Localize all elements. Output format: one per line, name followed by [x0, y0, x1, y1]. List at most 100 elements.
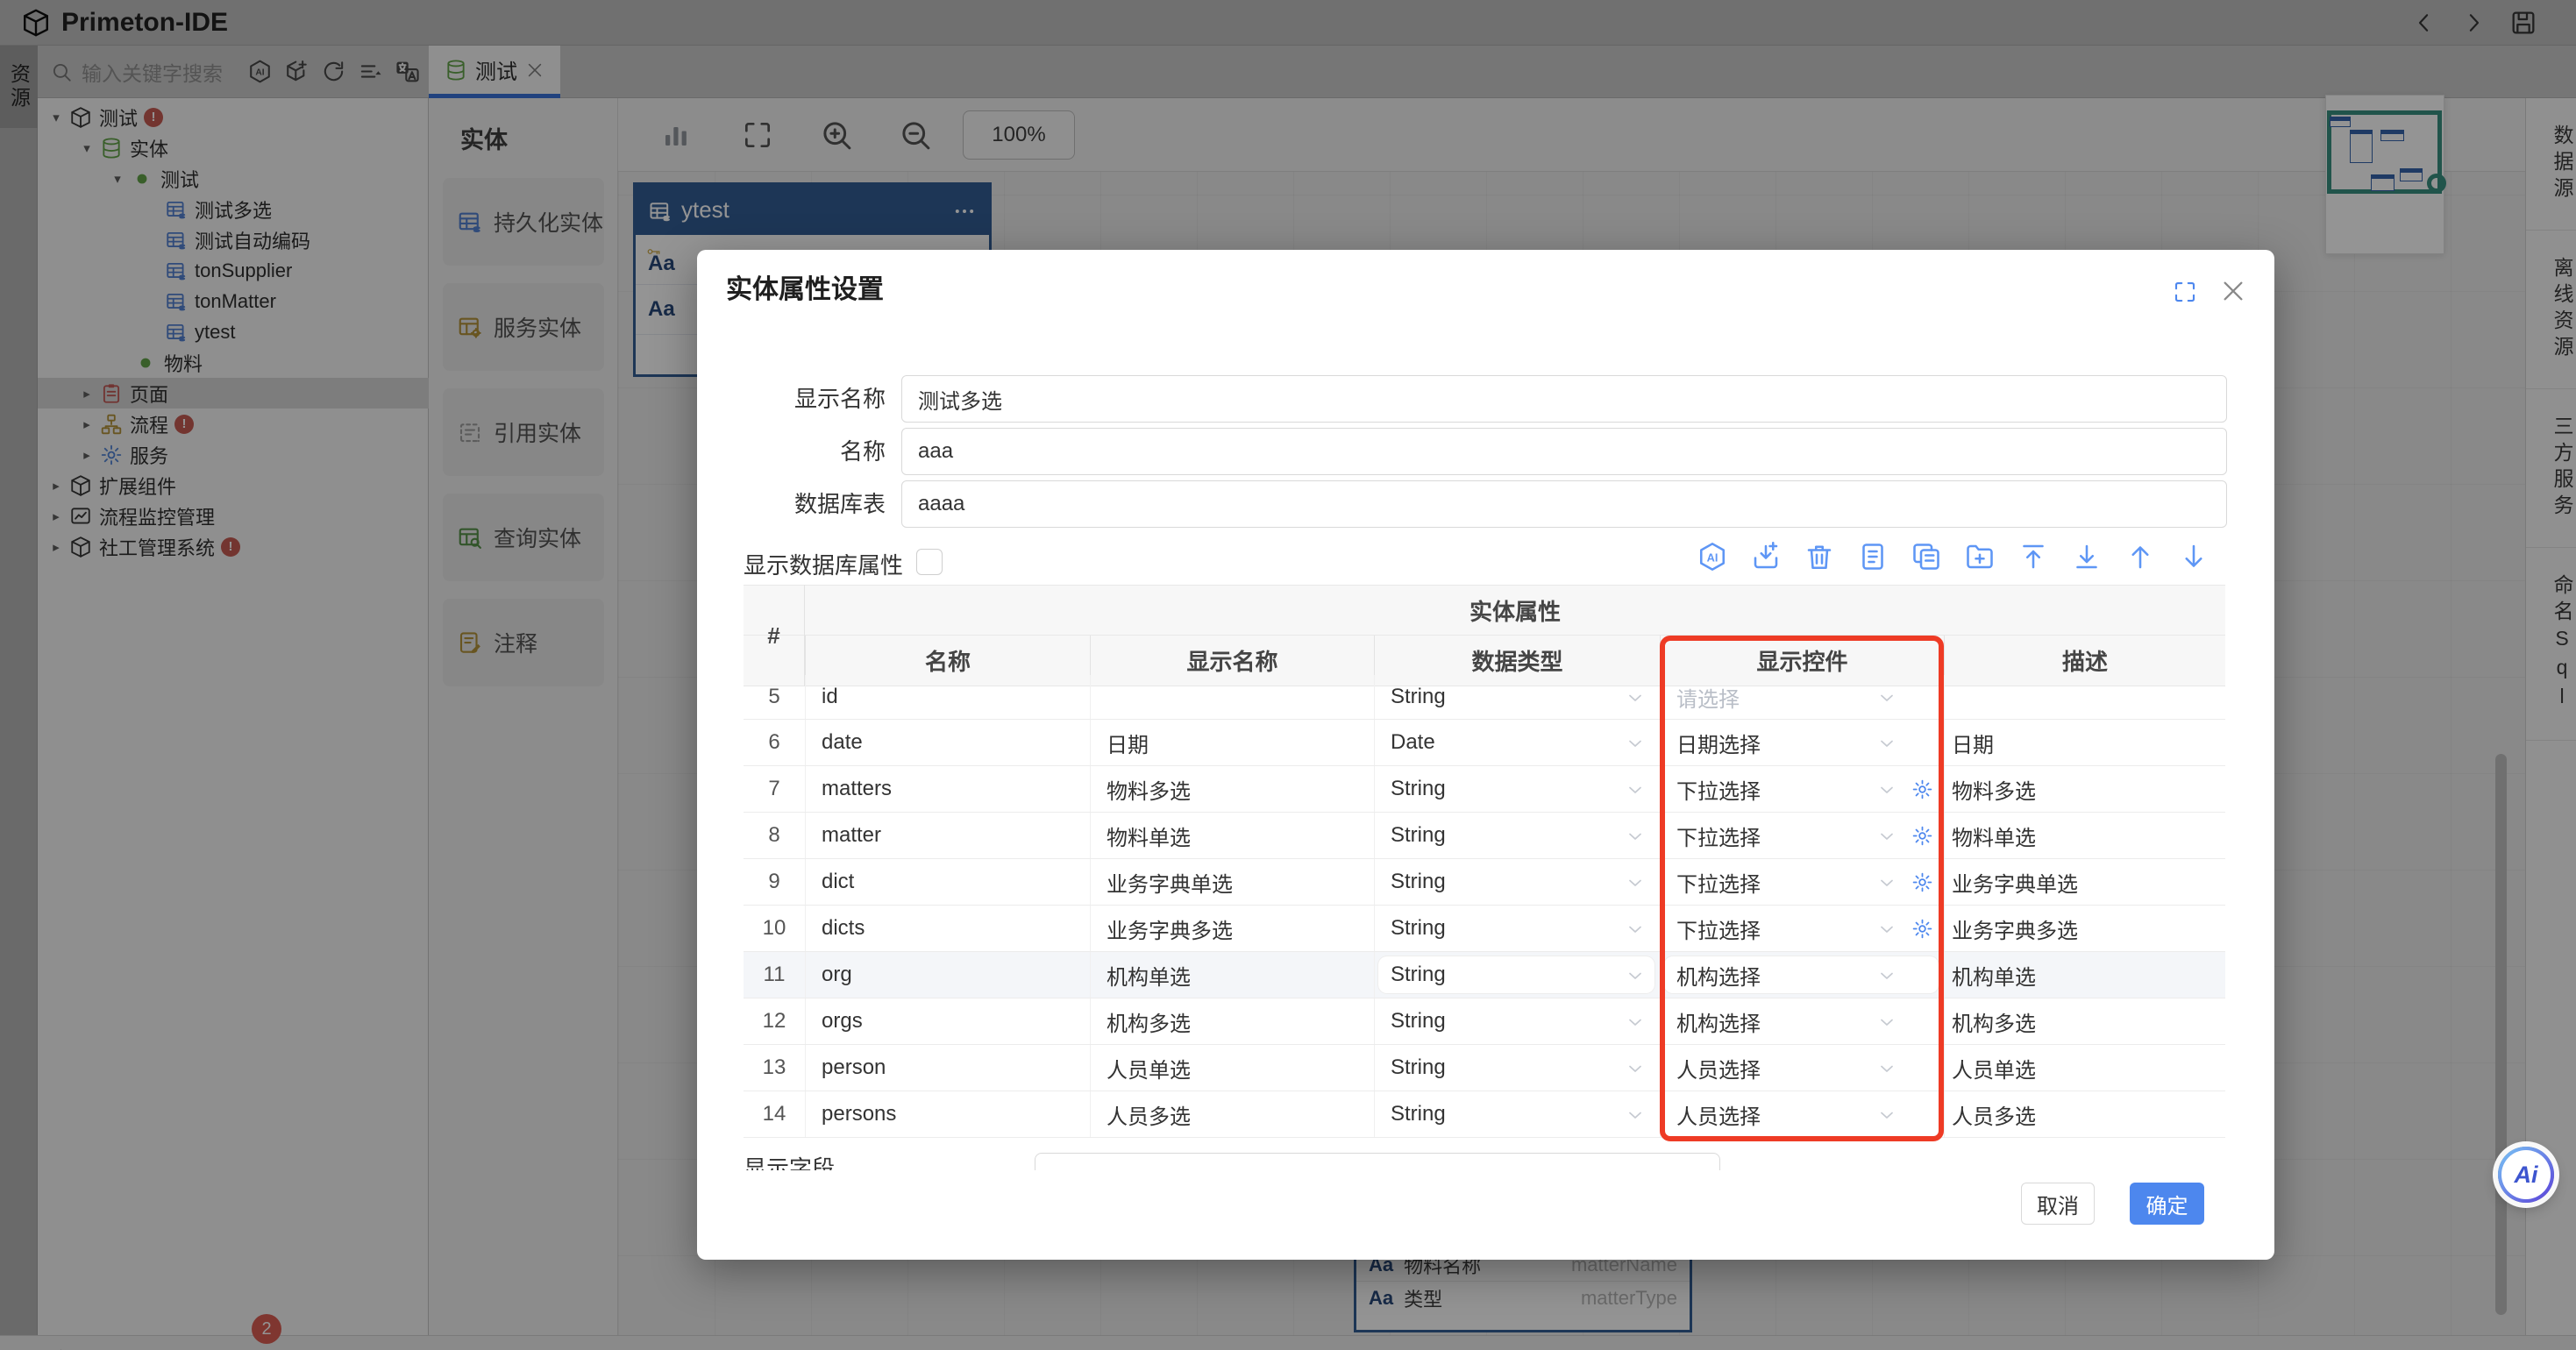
- copy-button[interactable]: [1911, 541, 1942, 572]
- table-row-persons[interactable]: 14persons人员多选String人员选择人员多选: [744, 1091, 2225, 1138]
- attr-display-name-cell[interactable]: 业务字典单选: [1090, 859, 1374, 905]
- display-control-select[interactable]: 机构选择: [1660, 952, 1944, 998]
- cropped-field: 显示字段: [744, 1149, 1761, 1170]
- display-control-select[interactable]: 日期选择: [1660, 720, 1944, 765]
- attr-name-cell[interactable]: persons: [805, 1091, 1090, 1137]
- trash-button[interactable]: [1804, 541, 1835, 572]
- app-root: Primeton-IDE 资源 输入关键字搜索 AI ▾测试!▾实体▾测试测试多…: [0, 0, 2576, 1350]
- attr-display-name-cell[interactable]: 机构多选: [1090, 998, 1374, 1044]
- attr-name-cell[interactable]: person: [805, 1045, 1090, 1091]
- db-table-label: 数据库表: [697, 480, 886, 528]
- attr-name-cell[interactable]: matters: [805, 766, 1090, 812]
- table-row-orgs[interactable]: 12orgs机构多选String机构选择机构多选: [744, 998, 2225, 1045]
- attr-description-cell[interactable]: 业务字典单选: [1944, 859, 2225, 905]
- arrow-down-button[interactable]: [2178, 541, 2210, 572]
- control-settings-gear-icon[interactable]: [1911, 916, 1933, 941]
- arrow-down-bar-icon: [2071, 541, 2103, 572]
- gear-icon: [1911, 871, 1933, 893]
- arrow-down-bar-button[interactable]: [2071, 541, 2103, 572]
- attr-name-cell[interactable]: orgs: [805, 998, 1090, 1044]
- row-index: 14: [744, 1091, 805, 1137]
- table-row-dicts[interactable]: 10dicts业务字典多选String下拉选择业务字典多选: [744, 906, 2225, 952]
- data-type-select[interactable]: String: [1374, 859, 1660, 905]
- import-plus-button[interactable]: [1750, 541, 1782, 572]
- chevron-down-icon: [1876, 826, 1897, 847]
- table-row-matter[interactable]: 8matter物料单选String下拉选择物料单选: [744, 813, 2225, 859]
- table-row-id[interactable]: 5idString请选择: [744, 686, 2225, 720]
- document-button[interactable]: [1857, 541, 1889, 572]
- attr-name-cell[interactable]: dicts: [805, 906, 1090, 951]
- display-control-select[interactable]: 下拉选择: [1660, 813, 1944, 858]
- display-control-select[interactable]: 下拉选择: [1660, 906, 1944, 951]
- arrow-up-button[interactable]: [2124, 541, 2156, 572]
- copy-icon: [1911, 541, 1942, 572]
- table-row-dict[interactable]: 9dict业务字典单选String下拉选择业务字典单选: [744, 859, 2225, 906]
- ok-button[interactable]: 确定: [2130, 1183, 2204, 1225]
- data-type-select[interactable]: String: [1374, 906, 1660, 951]
- display-control-select[interactable]: 下拉选择: [1660, 766, 1944, 812]
- attr-display-name-cell[interactable]: 机构单选: [1090, 952, 1374, 998]
- cropped-field-label: 显示字段: [744, 1151, 835, 1170]
- name-field[interactable]: aaa: [901, 428, 2227, 475]
- control-settings-gear-icon[interactable]: [1911, 870, 1933, 894]
- attr-display-name-cell[interactable]: [1090, 675, 1374, 719]
- attr-name-cell[interactable]: dict: [805, 859, 1090, 905]
- control-settings-gear-icon[interactable]: [1911, 823, 1933, 848]
- attr-display-name-cell[interactable]: 物料单选: [1090, 813, 1374, 858]
- show-db-attr-checkbox[interactable]: [916, 549, 943, 575]
- attr-description-cell[interactable]: 机构多选: [1944, 998, 2225, 1044]
- fullscreen-icon[interactable]: [2172, 279, 2198, 305]
- arrow-up-bar-button[interactable]: [2017, 541, 2049, 572]
- data-type-select[interactable]: String: [1374, 1091, 1660, 1137]
- attr-display-name-cell[interactable]: 业务字典多选: [1090, 906, 1374, 951]
- attr-description-cell[interactable]: 人员单选: [1944, 1045, 2225, 1091]
- display-name-label: 显示名称: [697, 375, 886, 423]
- attr-name-cell[interactable]: date: [805, 720, 1090, 765]
- folder-plus-button[interactable]: [1964, 541, 1996, 572]
- data-type-select[interactable]: String: [1374, 1045, 1660, 1091]
- attr-description-cell[interactable]: 业务字典多选: [1944, 906, 2225, 951]
- data-type-select[interactable]: String: [1374, 813, 1660, 858]
- attr-display-name-cell[interactable]: 日期: [1090, 720, 1374, 765]
- cropped-field-input[interactable]: [1035, 1153, 1720, 1170]
- close-icon[interactable]: [2219, 277, 2247, 305]
- attr-display-name-cell[interactable]: 人员单选: [1090, 1045, 1374, 1091]
- table-group-header: 实体属性: [744, 594, 2225, 627]
- document-icon: [1857, 541, 1889, 572]
- attr-name-cell[interactable]: matter: [805, 813, 1090, 858]
- display-name-field[interactable]: 测试多选: [901, 375, 2227, 423]
- attr-description-cell[interactable]: 物料多选: [1944, 766, 2225, 812]
- display-control-select[interactable]: 机构选择: [1660, 998, 1944, 1044]
- attr-description-cell[interactable]: 日期: [1944, 720, 2225, 765]
- attr-description-cell[interactable]: 物料单选: [1944, 813, 2225, 858]
- row-index: 5: [744, 675, 805, 719]
- table-row-org[interactable]: 11org机构单选String机构选择机构单选: [744, 952, 2225, 998]
- attr-name-cell[interactable]: id: [805, 675, 1090, 719]
- display-control-select[interactable]: 请选择: [1660, 675, 1944, 719]
- db-table-field[interactable]: aaaa: [901, 480, 2227, 528]
- data-type-select[interactable]: String: [1374, 998, 1660, 1044]
- control-settings-gear-icon[interactable]: [1911, 777, 1933, 801]
- data-type-select[interactable]: Date: [1374, 720, 1660, 765]
- cancel-button[interactable]: 取消: [2021, 1183, 2095, 1225]
- display-control-select[interactable]: 人员选择: [1660, 1091, 1944, 1137]
- attr-display-name-cell[interactable]: 物料多选: [1090, 766, 1374, 812]
- row-index: 12: [744, 998, 805, 1044]
- attr-display-name-cell[interactable]: 人员多选: [1090, 1091, 1374, 1137]
- data-type-select[interactable]: String: [1374, 766, 1660, 812]
- gear-icon: [1911, 778, 1933, 800]
- ai-hex-button[interactable]: AI: [1697, 541, 1728, 572]
- attr-description-cell[interactable]: [1944, 675, 2225, 719]
- table-row-date[interactable]: 6date日期Date日期选择日期: [744, 720, 2225, 766]
- display-control-select[interactable]: 人员选择: [1660, 1045, 1944, 1091]
- table-row-person[interactable]: 13person人员单选String人员选择人员单选: [744, 1045, 2225, 1091]
- display-control-select[interactable]: 下拉选择: [1660, 859, 1944, 905]
- attr-description-cell[interactable]: 机构单选: [1944, 952, 2225, 998]
- table-row-matters[interactable]: 7matters物料多选String下拉选择物料多选: [744, 766, 2225, 813]
- ai-assistant-button[interactable]: Ai: [2498, 1147, 2554, 1203]
- data-type-select[interactable]: String: [1374, 952, 1660, 998]
- row-index: 10: [744, 906, 805, 951]
- attr-name-cell[interactable]: org: [805, 952, 1090, 998]
- attr-description-cell[interactable]: 人员多选: [1944, 1091, 2225, 1137]
- data-type-select[interactable]: String: [1374, 675, 1660, 719]
